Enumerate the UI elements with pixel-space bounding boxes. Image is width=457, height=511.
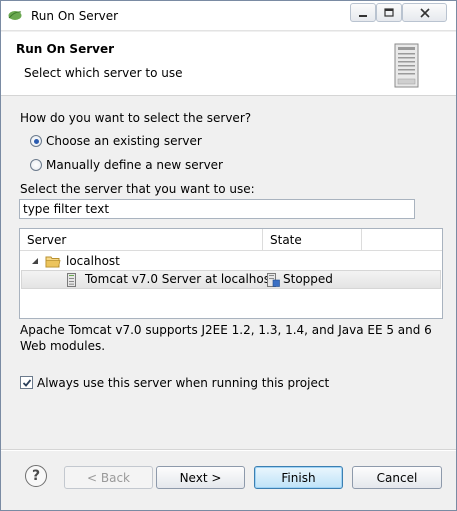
maximize-button[interactable] [376,3,402,22]
help-button[interactable]: ? [25,465,47,487]
maximize-icon [384,7,394,17]
header-title: Run On Server [16,42,115,56]
expand-triangle-icon[interactable] [32,258,39,265]
folder-icon [45,256,61,268]
column-header-state[interactable]: State [263,229,362,251]
choose-existing-radio[interactable] [30,135,42,147]
table-row[interactable]: localhost [21,252,441,271]
checkmark-icon [22,378,31,387]
header-subtitle: Select which server to use [24,66,183,80]
always-use-checkbox[interactable] [20,376,33,389]
server-state: Stopped [283,272,333,286]
minimize-button[interactable] [350,3,376,22]
cancel-button[interactable]: Cancel [352,466,442,489]
define-new-label[interactable]: Manually define a new server [46,158,223,172]
window-title: Run On Server [31,9,119,23]
always-use-label[interactable]: Always use this server when running this… [37,376,329,390]
run-on-server-dialog: Run On Server Run On Server Select which… [0,0,457,511]
finish-button[interactable]: Finish [254,466,343,489]
stopped-icon [267,273,280,287]
server-name: localhost [66,254,120,268]
server-icon [394,43,419,88]
server-table[interactable]: Server State localhost Tomcat v7.0 Serve… [19,228,443,319]
filter-label: Select the server that you want to use: [20,182,255,196]
tomcat-server-icon [67,273,76,287]
column-header-server[interactable]: Server [20,229,263,251]
close-icon [419,7,430,18]
next-button[interactable]: Next > [156,466,245,489]
title-bar: Run On Server [1,1,456,31]
filter-input[interactable] [19,199,415,219]
back-button[interactable]: < Back [64,466,153,489]
eclipse-leaf-icon [8,11,22,20]
button-bar-separator [1,449,456,451]
help-icon: ? [31,468,41,484]
server-name: Tomcat v7.0 Server at localhost [85,272,275,286]
select-server-question: How do you want to select the server? [20,111,252,125]
table-row[interactable]: Tomcat v7.0 Server at localhost Stopped [21,270,441,289]
wizard-header: Run On Server Select which server to use [1,32,456,96]
minimize-icon [359,14,367,17]
server-description: Apache Tomcat v7.0 supports J2EE 1.2, 1.… [20,323,432,353]
close-button[interactable] [402,3,447,22]
column-header-spacer [362,229,442,251]
define-new-radio[interactable] [30,159,42,171]
choose-existing-label[interactable]: Choose an existing server [46,134,202,148]
